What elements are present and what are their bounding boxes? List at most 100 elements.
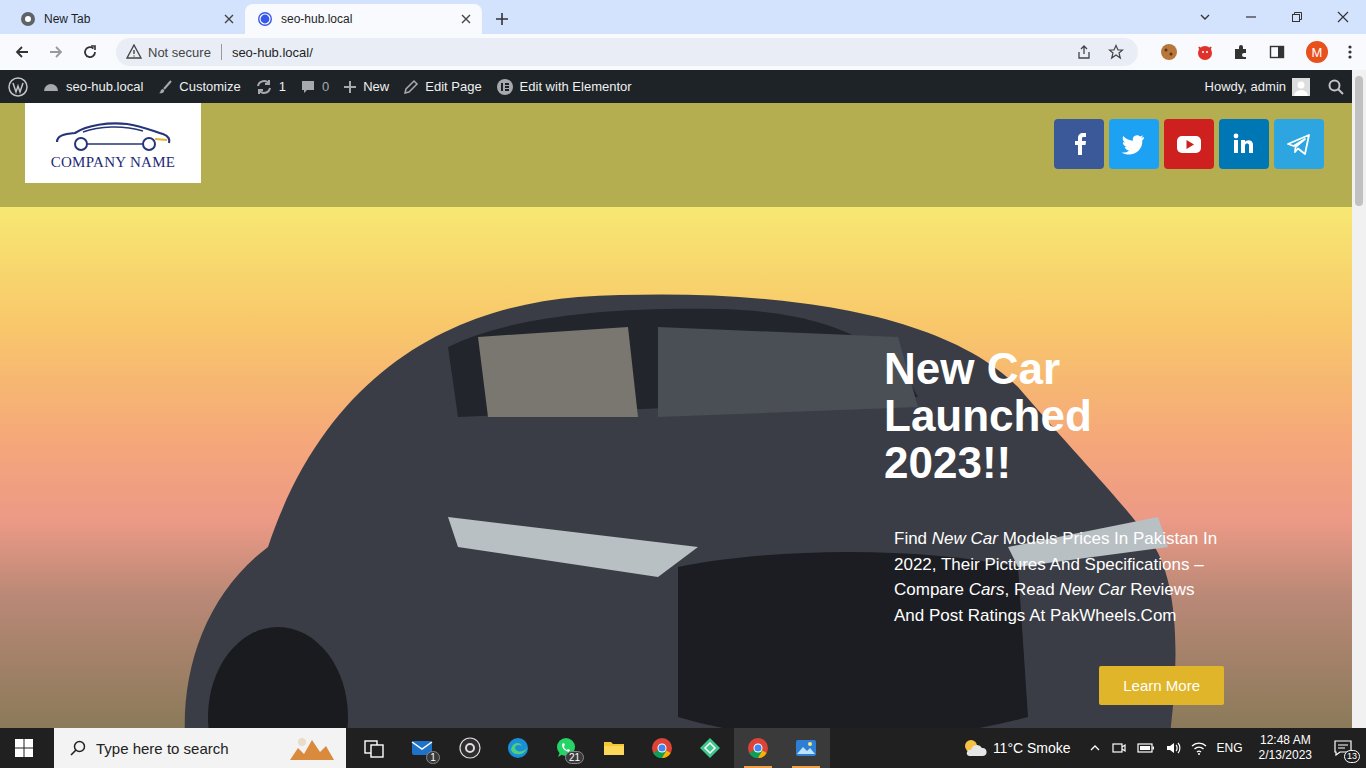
description-segment: Cars — [969, 580, 1005, 599]
taskbar-app[interactable]: 1 — [398, 728, 446, 768]
edge-icon — [506, 736, 530, 760]
company-name[interactable]: COMPANY NAME — [51, 154, 176, 171]
customize-label[interactable]: Customize — [179, 79, 240, 94]
taskbar-app[interactable] — [494, 728, 542, 768]
profile-avatar[interactable]: M — [1306, 41, 1328, 63]
search-icon[interactable] — [1328, 79, 1344, 95]
taskbar-app[interactable] — [686, 728, 734, 768]
wifi-icon[interactable] — [1191, 740, 1207, 756]
tab-label: New Tab — [44, 12, 215, 26]
taskbar-app[interactable]: 21 — [542, 728, 590, 768]
puzzle-icon[interactable] — [1226, 44, 1256, 60]
active-indicator — [792, 766, 820, 768]
clock[interactable]: 12:48 AM2/13/2023 — [1253, 733, 1318, 763]
search-highlight-icon — [288, 734, 336, 762]
elementor-label[interactable]: Edit with Elementor — [520, 79, 632, 94]
clock-date[interactable]: 2/13/2023 — [1259, 748, 1312, 763]
social-button[interactable] — [1274, 119, 1324, 169]
browser-tab[interactable]: seo-hub.local — [245, 4, 482, 34]
close-icon[interactable] — [223, 13, 235, 25]
plus-icon[interactable] — [482, 4, 522, 34]
restore-icon[interactable] — [1274, 0, 1320, 34]
learn-more-button[interactable]: Learn More — [1099, 666, 1224, 705]
elementor-icon — [496, 78, 514, 96]
forward-icon[interactable] — [42, 44, 70, 60]
taskbar-app[interactable] — [638, 728, 686, 768]
diamond-icon — [698, 736, 722, 760]
description-segment: New Car — [1059, 580, 1125, 599]
taskbar: Type here to search 1 21 11°C Smoke ENG 12:48… — [0, 728, 1366, 768]
side-panel-icon[interactable] — [1262, 44, 1292, 60]
url-text[interactable]: seo-hub.local/ — [232, 45, 1064, 60]
chevron-down-icon[interactable] — [1182, 0, 1228, 34]
comments-link[interactable]: 0 — [300, 79, 329, 95]
windows-start-icon[interactable] — [10, 728, 38, 768]
scroll-thumb[interactable] — [1355, 76, 1363, 206]
weather-widget[interactable]: 11°C Smoke — [961, 738, 1071, 758]
taskbar-app[interactable] — [734, 728, 782, 768]
chevron-up-icon[interactable] — [1089, 742, 1101, 754]
address-bar[interactable]: Not secure seo-hub.local/ — [116, 38, 1138, 66]
edit-page-label[interactable]: Edit Page — [425, 79, 481, 94]
elementor-link[interactable]: Edit with Elementor — [496, 78, 632, 96]
customize-link[interactable]: Customize — [157, 79, 240, 95]
social-button[interactable] — [1219, 119, 1269, 169]
new-link[interactable]: New — [343, 79, 389, 94]
back-icon[interactable] — [8, 44, 36, 60]
new-label[interactable]: New — [363, 79, 389, 94]
taskbar-app[interactable] — [782, 728, 830, 768]
twitter-icon — [1119, 129, 1149, 159]
reload-icon[interactable] — [76, 44, 104, 60]
site-header: COMPANY NAME — [0, 103, 1352, 207]
close-icon[interactable] — [460, 13, 472, 25]
hero-description: Find New Car Models Prices In Pakistan I… — [894, 526, 1224, 628]
tab-strip: New Tab seo-hub.local — [0, 0, 1366, 34]
weather-text[interactable]: 11°C Smoke — [993, 740, 1071, 756]
volume-icon[interactable] — [1165, 740, 1181, 756]
logo-wrap: COMPANY NAME — [25, 103, 201, 183]
browser-tab[interactable]: New Tab — [8, 4, 245, 34]
camera-icon[interactable] — [1111, 740, 1127, 756]
social-button[interactable] — [1164, 119, 1214, 169]
menu-dots-icon[interactable] — [1342, 44, 1358, 60]
taskbar-search[interactable]: Type here to search — [54, 728, 346, 768]
greeting[interactable]: Howdy, admin — [1205, 79, 1286, 94]
page-viewport: seo-hub.local Customize 1 0 New Edit Page Edit… — [0, 70, 1366, 728]
system-tray: 11°C Smoke ENG 12:48 AM2/13/2023 13 — [961, 733, 1358, 763]
share-icon[interactable] — [1070, 44, 1098, 60]
updates-link[interactable]: 1 — [255, 78, 286, 96]
star-icon[interactable] — [1104, 44, 1128, 60]
notifications-button[interactable]: 13 — [1328, 733, 1358, 763]
avatar-icon — [1292, 78, 1310, 96]
social-button[interactable] — [1109, 119, 1159, 169]
chrome-icon — [650, 736, 674, 760]
site-name[interactable]: seo-hub.local — [66, 79, 143, 94]
taskbar-app[interactable] — [350, 728, 398, 768]
chrome-icon — [20, 11, 36, 27]
edit-page-link[interactable]: Edit Page — [403, 79, 481, 95]
warning-icon — [126, 44, 142, 60]
comments-count[interactable]: 0 — [322, 79, 329, 94]
hero-title: New Car Launched 2023!! — [884, 345, 1154, 486]
security-label[interactable]: Not secure — [148, 45, 211, 60]
devil-icon[interactable] — [1190, 43, 1220, 61]
updates-count[interactable]: 1 — [279, 79, 286, 94]
scrollbar[interactable] — [1352, 70, 1366, 728]
files-icon — [602, 736, 626, 760]
taskbar-app[interactable] — [446, 728, 494, 768]
taskbar-app[interactable] — [590, 728, 638, 768]
wordpress-logo-icon[interactable] — [8, 77, 28, 97]
tab-label: seo-hub.local — [281, 12, 452, 26]
clock-time[interactable]: 12:48 AM — [1260, 733, 1311, 748]
social-button[interactable] — [1054, 119, 1104, 169]
search-placeholder[interactable]: Type here to search — [96, 740, 278, 757]
site-link[interactable]: seo-hub.local — [42, 78, 143, 96]
account-menu[interactable]: Howdy, admin — [1205, 78, 1310, 96]
site-logo[interactable]: COMPANY NAME — [25, 103, 201, 183]
cookie-icon[interactable] — [1154, 43, 1184, 61]
wordpress-icon — [257, 11, 273, 27]
language-indicator[interactable]: ENG — [1217, 741, 1243, 755]
minimize-icon[interactable] — [1228, 0, 1274, 34]
close-window-icon[interactable] — [1320, 0, 1366, 34]
battery-icon[interactable] — [1137, 742, 1155, 754]
